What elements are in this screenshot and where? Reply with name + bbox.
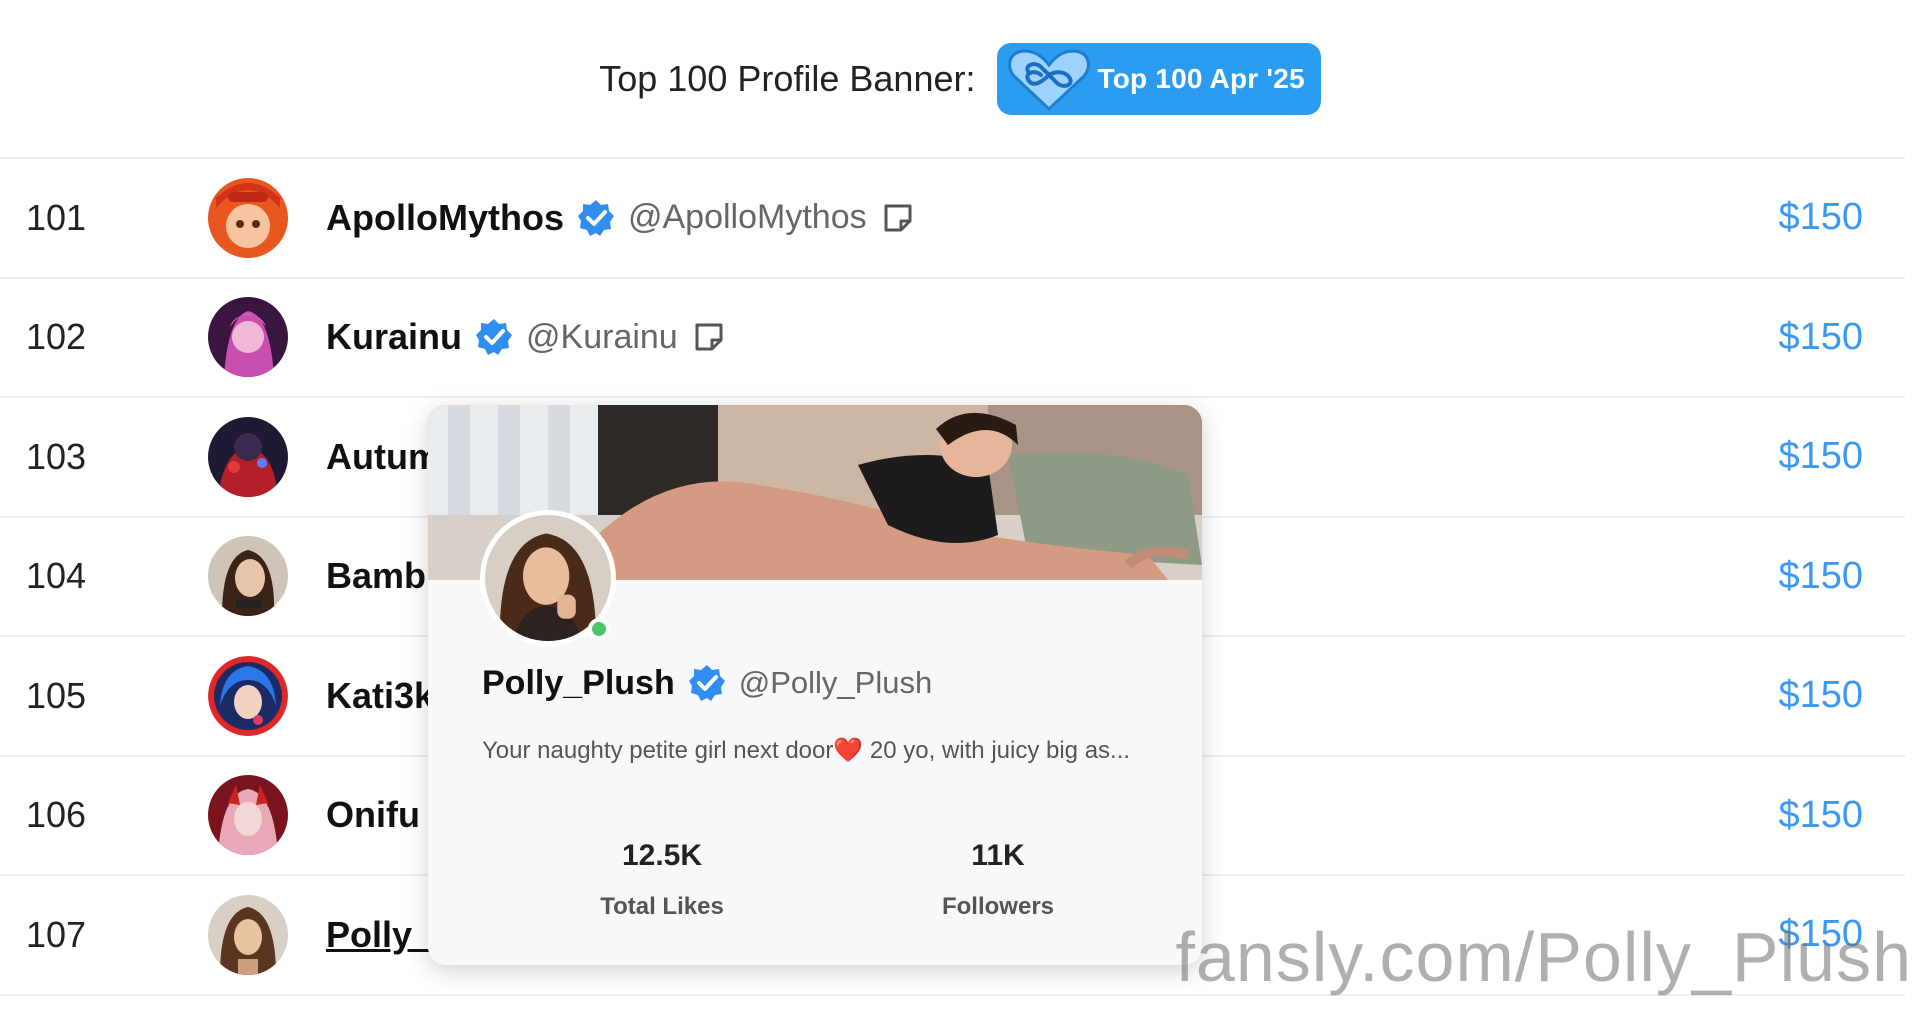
avatar[interactable] [208, 655, 288, 736]
stat-followers: 11K Followers [868, 839, 1128, 921]
avatar[interactable] [208, 775, 288, 856]
price-link[interactable]: $150 [1778, 316, 1863, 359]
display-name[interactable]: Kurainu [326, 316, 462, 358]
watermark: fansly.com/Polly_Plush [1175, 918, 1912, 996]
user-name-group: Autum [326, 436, 440, 478]
user-name-group: Onifu [326, 794, 420, 836]
avatar[interactable] [208, 536, 288, 617]
stat-value: 11K [971, 839, 1025, 872]
user-name-group: ApolloMythos @ApolloMythos [326, 197, 915, 239]
avatar[interactable] [208, 416, 288, 497]
user-name-group: Bamb [326, 555, 426, 597]
avatar[interactable] [208, 177, 288, 258]
user-handle[interactable]: @Kurainu [526, 318, 678, 357]
avatar[interactable] [208, 297, 288, 378]
price-link[interactable]: $150 [1778, 794, 1863, 837]
rank-number: 105 [26, 674, 87, 716]
price-link[interactable]: $150 [1778, 674, 1863, 717]
verified-badge-icon [576, 198, 616, 238]
verified-badge-icon [687, 663, 727, 703]
display-name[interactable]: Kati3k [326, 675, 434, 717]
infinity-heart-icon [1001, 43, 1097, 115]
price-link[interactable]: $150 [1778, 435, 1863, 478]
verified-badge-icon [474, 317, 514, 357]
bio-text-cont: 20 yo, with juicy big as... [863, 737, 1131, 764]
top100-banner-header: Top 100 Profile Banner: Top 100 Apr '25 [0, 0, 1920, 157]
rank-number: 104 [26, 555, 87, 597]
rank-number: 101 [26, 196, 87, 238]
ranking-row[interactable]: 101 ApolloMythos @ApolloMythos $150 [0, 159, 1905, 279]
stat-total-likes: 12.5K Total Likes [532, 839, 792, 921]
profile-handle[interactable]: @Polly_Plush [739, 665, 932, 701]
display-name[interactable]: Polly_ [326, 914, 432, 956]
rank-number: 103 [26, 435, 87, 477]
display-name[interactable]: Bamb [326, 555, 426, 597]
avatar[interactable] [208, 894, 288, 975]
rank-number: 106 [26, 794, 87, 836]
profile-display-name[interactable]: Polly_Plush [482, 664, 675, 703]
display-name[interactable]: ApolloMythos [326, 197, 564, 239]
online-status-dot [588, 618, 610, 640]
profile-hover-card[interactable]: Polly_Plush @Polly_Plush Your naughty pe… [428, 405, 1202, 965]
profile-bio: Your naughty petite girl next door❤️ 20 … [482, 735, 1162, 766]
user-name-group: Kati3k [326, 675, 434, 717]
display-name[interactable]: Autum [326, 436, 440, 478]
stat-label: Total Likes [600, 893, 724, 920]
price-link[interactable]: $150 [1778, 555, 1863, 598]
badge-text: Top 100 Apr '25 [1097, 62, 1305, 94]
banner-label: Top 100 Profile Banner: [599, 57, 976, 99]
top100-badge[interactable]: Top 100 Apr '25 [997, 42, 1321, 115]
rank-number: 102 [26, 316, 87, 358]
user-name-group: Polly_ [326, 914, 432, 956]
profile-stats: 12.5K Total Likes 11K Followers [428, 839, 1202, 949]
price-link[interactable]: $150 [1778, 196, 1863, 239]
bio-text: Your naughty petite girl next door [482, 737, 834, 764]
ranking-row[interactable]: 102 Kurainu @Kurainu $150 [0, 279, 1905, 398]
user-name-group: Kurainu @Kurainu [326, 316, 726, 358]
note-icon[interactable] [881, 201, 915, 235]
note-icon[interactable] [692, 320, 726, 354]
display-name[interactable]: Onifu [326, 794, 420, 836]
stat-label: Followers [941, 893, 1055, 920]
rank-number: 107 [26, 913, 87, 955]
heart-emoji-icon: ❤️ [833, 737, 864, 764]
user-handle[interactable]: @ApolloMythos [628, 198, 867, 237]
stat-value: 12.5K [621, 839, 703, 872]
profile-name-row: Polly_Plush @Polly_Plush [482, 663, 932, 703]
